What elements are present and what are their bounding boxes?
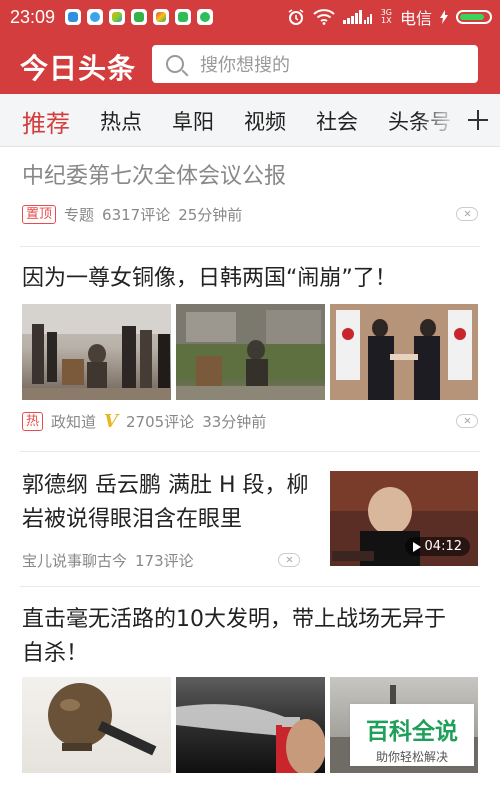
carrier-label: 电信 [399, 9, 432, 28]
comment-count: 2705评论 [126, 413, 195, 431]
article-source: 政知道 [51, 413, 97, 431]
app-notification-icon [109, 9, 126, 25]
app-header: 今日头条 搜你想搜的 [0, 34, 500, 94]
notification-icons [65, 9, 214, 25]
tab-recommend[interactable]: 推荐 [22, 104, 70, 139]
tab-society[interactable]: 社会 [316, 106, 358, 136]
status-right: 3G 1X 电信 [287, 0, 492, 34]
app-notification-icon [175, 9, 192, 25]
video-thumbnail[interactable]: 04:12 [330, 471, 478, 566]
article-thumbnail[interactable] [330, 304, 478, 400]
article-title[interactable]: 郭德纲 岳云鹏 满肚 H 段，柳 岩被说得眼泪含在眼里 [22, 469, 322, 537]
article-meta: 宝儿说事聊古今 173评论 [22, 550, 194, 571]
tab-hot[interactable]: 热点 [100, 106, 142, 136]
article-title[interactable]: 直击毫无活路的10大发明，带上战场无异于 自杀！ [22, 603, 446, 671]
article-source: 专题 [64, 206, 95, 224]
article-meta: 置顶 专题 6317评论 25分钟前 [22, 204, 242, 225]
qq-notification-icon [87, 9, 104, 25]
article-title[interactable]: 因为一尊女铜像，日韩两国“闹崩”了！ [22, 262, 397, 296]
verified-badge: V [104, 411, 118, 432]
charging-icon [440, 10, 448, 24]
divider [20, 246, 480, 247]
search-placeholder[interactable]: 搜你想搜的 [200, 51, 290, 77]
search-bar[interactable]: 搜你想搜的 [152, 45, 478, 83]
app-notification-icon [153, 9, 170, 25]
divider [20, 586, 480, 587]
app-logo[interactable]: 今日头条 [20, 47, 136, 87]
tab-video[interactable]: 视频 [244, 106, 286, 136]
tabs-fade [418, 94, 458, 146]
alarm-icon [288, 9, 304, 25]
publish-time: 33分钟前 [202, 413, 267, 431]
tab-fuyang[interactable]: 阜阳 [172, 106, 214, 136]
article-source: 宝儿说事聊古今 [22, 552, 128, 570]
video-duration: 04:12 [404, 537, 470, 556]
dismiss-icon[interactable] [456, 207, 478, 221]
app-notification-icon [131, 9, 148, 25]
pinned-badge: 置顶 [22, 205, 57, 224]
comment-count: 173评论 [135, 552, 194, 570]
search-icon [166, 55, 184, 73]
play-icon [412, 541, 421, 552]
channel-tabs: 推荐 热点 阜阳 视频 社会 头条号 [0, 94, 500, 147]
article-meta: 热 政知道 V 2705评论 33分钟前 [22, 411, 266, 432]
article-thumbnail[interactable] [22, 677, 171, 773]
comment-count: 6317评论 [102, 206, 171, 224]
dismiss-icon[interactable] [278, 553, 300, 567]
battery-icon [456, 10, 492, 24]
hot-badge: 热 [22, 412, 44, 431]
network-type: 3G 1X [380, 8, 392, 25]
article-thumbnail[interactable] [22, 304, 171, 400]
status-time: 23:09 [10, 6, 56, 27]
add-channel-icon[interactable] [456, 94, 500, 146]
status-bar: 23:09 3G 1X 电信 [0, 0, 500, 34]
divider [20, 451, 480, 452]
article-title[interactable]: 中纪委第七次全体会议公报 [22, 160, 286, 194]
dismiss-icon[interactable] [456, 414, 478, 428]
app-notification-icon [65, 9, 82, 25]
signal-icon [342, 10, 372, 24]
watermark-logo: 百科全说 助你轻松解决 [350, 704, 474, 766]
app-notification-icon [197, 9, 214, 25]
wifi-icon [313, 9, 335, 25]
article-thumbnail[interactable] [176, 677, 325, 773]
article-thumbnail[interactable] [176, 304, 325, 400]
publish-time: 25分钟前 [178, 206, 243, 224]
